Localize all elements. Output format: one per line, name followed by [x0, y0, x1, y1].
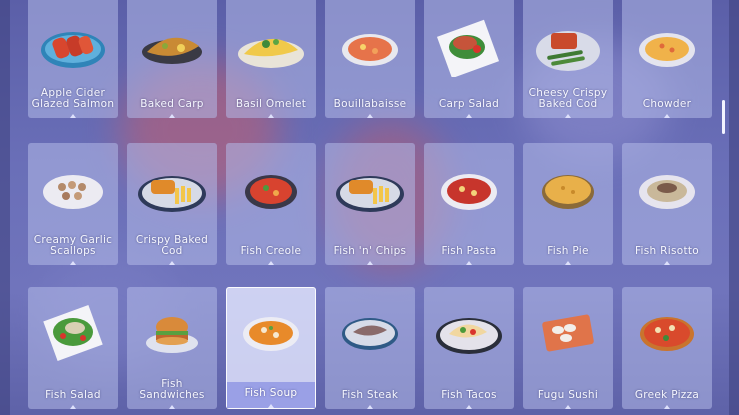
card-notch: [664, 405, 670, 409]
card-notch: [169, 405, 175, 409]
recipe-label: Fish Pasta: [441, 245, 497, 257]
recipe-card[interactable]: Fish Pasta: [424, 143, 514, 265]
recipe-label: Fish Pie: [547, 245, 589, 257]
recipe-card[interactable]: Fish Tacos: [424, 287, 514, 409]
recipe-card[interactable]: Creamy Garlic Scallops: [28, 143, 118, 265]
recipe-label: Fugu Sushi: [537, 389, 599, 401]
card-notch: [70, 261, 76, 265]
recipe-label: Fish Steak: [341, 389, 399, 401]
card-notch: [466, 261, 472, 265]
recipe-card[interactable]: Cheesy Crispy Baked Cod: [523, 0, 613, 118]
crispy-cod-icon: [138, 176, 206, 212]
bouillabaisse-icon: [342, 34, 398, 66]
fish-creole-icon: [245, 175, 297, 209]
recipe-card[interactable]: Fish Salad: [28, 287, 118, 409]
omelet-icon: [238, 38, 304, 68]
recipe-label: Fish Creole: [240, 245, 302, 257]
baked-cod-icon: [536, 31, 600, 71]
card-notch: [466, 114, 472, 118]
recipe-label: Cheesy Crispy Baked Cod: [528, 87, 608, 110]
baked-carp-icon: [142, 37, 202, 64]
recipe-label: Fish Risotto: [634, 245, 700, 257]
fish-pasta-icon: [441, 174, 497, 210]
fish-salad-icon: [43, 305, 103, 361]
card-notch: [466, 405, 472, 409]
glazed-salmon-icon: [41, 32, 105, 68]
recipe-card[interactable]: Fish Creole: [226, 143, 316, 265]
card-notch: [367, 114, 373, 118]
pizza-icon: [640, 317, 694, 351]
fish-chips-icon: [336, 176, 404, 212]
recipe-card[interactable]: Fugu Sushi: [523, 287, 613, 409]
recipe-label: Creamy Garlic Scallops: [33, 234, 113, 257]
recipe-label: Baked Carp: [140, 98, 204, 110]
card-notch: [565, 405, 571, 409]
recipe-label: Fish Sandwiches: [139, 378, 205, 401]
sandwich-icon: [146, 317, 198, 353]
card-notch: [169, 114, 175, 118]
fish-tacos-icon: [436, 318, 502, 354]
card-notch: [268, 404, 274, 408]
recipe-card[interactable]: Greek Pizza: [622, 287, 712, 409]
scallops-icon: [43, 175, 103, 209]
card-notch: [664, 261, 670, 265]
card-notch: [565, 114, 571, 118]
chowder-icon: [639, 33, 695, 67]
recipe-card[interactable]: Fish Steak: [325, 287, 415, 409]
recipe-card[interactable]: Fish Pie: [523, 143, 613, 265]
recipe-label: Basil Omelet: [235, 98, 307, 110]
recipe-label: Fish Tacos: [441, 389, 497, 401]
carp-salad-icon: [436, 19, 500, 77]
card-notch: [367, 261, 373, 265]
recipe-card[interactable]: Chowder: [622, 0, 712, 118]
card-notch: [268, 261, 274, 265]
recipe-label: Fish 'n' Chips: [333, 245, 407, 257]
card-notch: [70, 405, 76, 409]
recipe-label: Apple Cider Glazed Salmon: [31, 87, 115, 110]
card-notch: [664, 114, 670, 118]
recipe-label: Chowder: [642, 98, 692, 110]
recipe-card[interactable]: Carp Salad: [424, 0, 514, 118]
frame-left: [0, 0, 10, 415]
recipe-label: Greek Pizza: [634, 389, 700, 401]
recipe-card[interactable]: Basil Omelet: [226, 0, 316, 118]
card-notch: [565, 261, 571, 265]
recipe-card[interactable]: Baked Carp: [127, 0, 217, 118]
recipe-grid: Apple Cider Glazed Salmon Baked Carp Bas…: [28, 0, 712, 415]
card-notch: [268, 114, 274, 118]
frame-right: [729, 0, 739, 415]
card-notch: [169, 261, 175, 265]
recipe-card-selected[interactable]: Fish Soup: [226, 287, 316, 409]
recipe-card[interactable]: Bouillabaisse: [325, 0, 415, 118]
recipe-label: Bouillabaisse: [333, 98, 407, 110]
sushi-icon: [542, 314, 594, 352]
fish-pie-icon: [542, 175, 594, 209]
recipe-card[interactable]: Fish Sandwiches: [127, 287, 217, 409]
recipe-card[interactable]: Apple Cider Glazed Salmon: [28, 0, 118, 118]
recipe-card[interactable]: Fish 'n' Chips: [325, 143, 415, 265]
fish-soup-icon: [243, 317, 299, 351]
fish-risotto-icon: [639, 175, 695, 209]
recipe-label: Crispy Baked Cod: [135, 234, 209, 257]
card-notch: [70, 114, 76, 118]
recipe-label: Fish Salad: [45, 389, 101, 401]
scrollbar-thumb[interactable]: [722, 100, 725, 134]
fish-steak-icon: [342, 318, 398, 350]
recipe-label: Carp Salad: [438, 98, 500, 110]
card-notch: [367, 405, 373, 409]
recipe-card[interactable]: Crispy Baked Cod: [127, 143, 217, 265]
recipe-card[interactable]: Fish Risotto: [622, 143, 712, 265]
